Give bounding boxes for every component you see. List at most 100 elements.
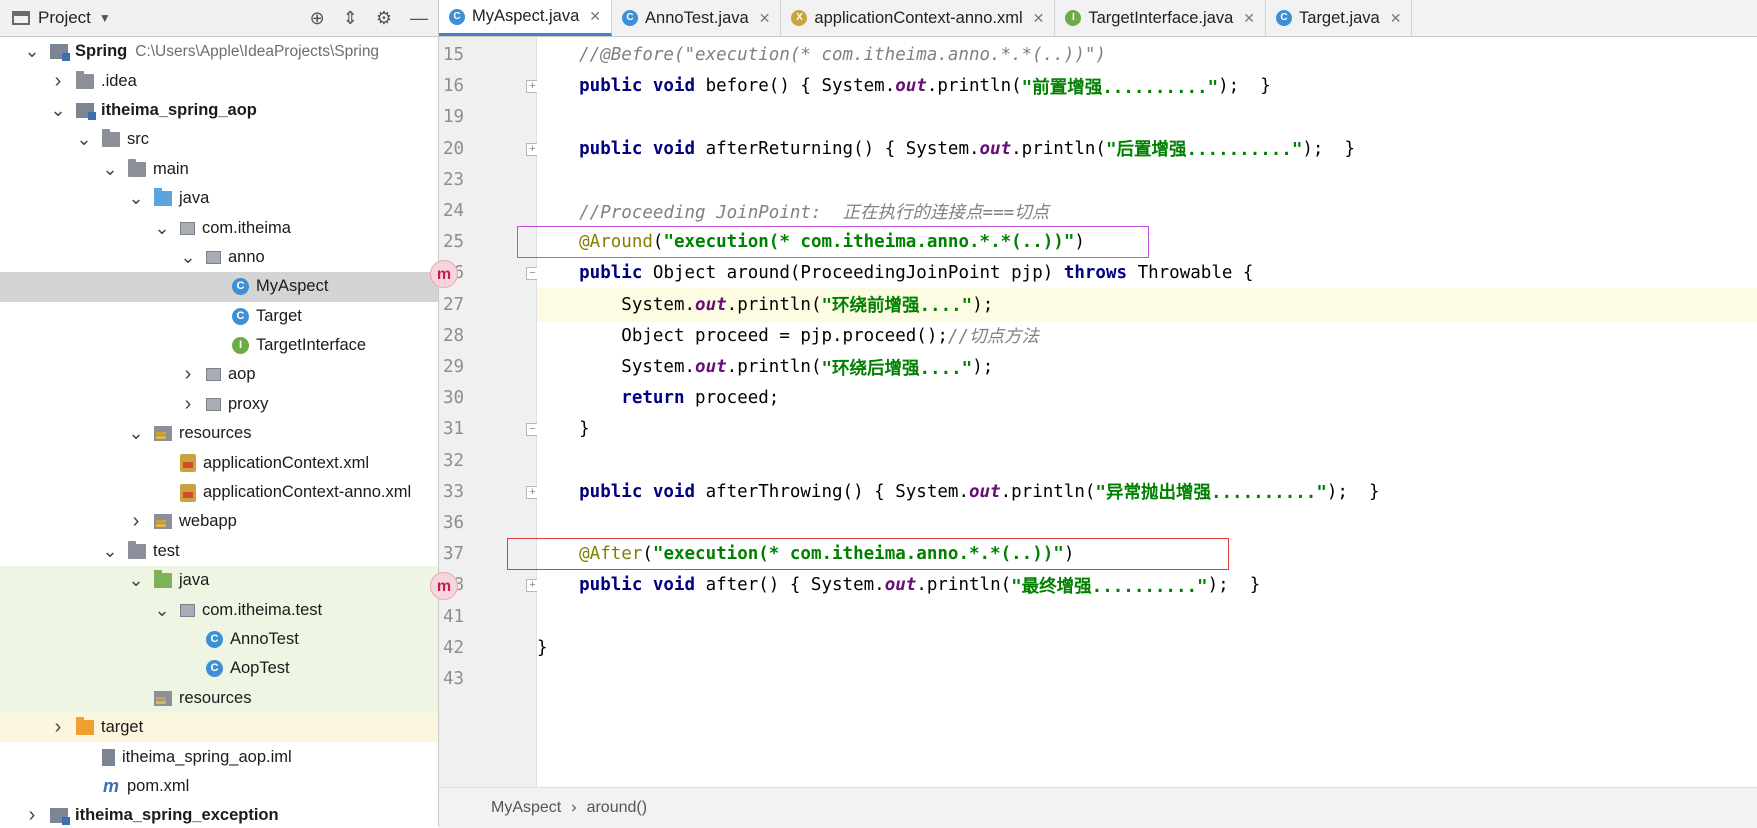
code-line[interactable]: [537, 662, 1757, 696]
chevron-down-icon[interactable]: ⌄: [128, 570, 144, 591]
tab-label: MyAspect.java: [472, 7, 580, 25]
tree-item[interactable]: ⌄ com.itheima.test: [0, 595, 438, 625]
close-icon[interactable]: ✕: [1390, 10, 1402, 27]
interface-icon: I: [1065, 10, 1082, 26]
xml-file-icon: [180, 454, 196, 473]
code-line[interactable]: return proceed;: [537, 381, 1757, 415]
chevron-down-icon[interactable]: ⌄: [76, 129, 92, 150]
breadcrumb-item[interactable]: MyAspect: [491, 799, 561, 817]
tree-item-label: applicationContext-anno.xml: [203, 483, 412, 502]
tree-item[interactable]: ›applicationContext-anno.xml: [0, 478, 438, 507]
code-line[interactable]: }: [537, 631, 1757, 665]
close-icon[interactable]: ✕: [1033, 10, 1045, 27]
chevron-right-icon[interactable]: ›: [24, 804, 40, 827]
breadcrumb-item[interactable]: around(): [587, 799, 647, 817]
code-line[interactable]: @After("execution(* com.itheima.anno.*.*…: [537, 537, 1757, 571]
tree-item[interactable]: ›CTarget: [0, 302, 438, 331]
tree-item[interactable]: ›CAopTest: [0, 654, 438, 684]
tree-item[interactable]: › target: [0, 712, 438, 743]
code-line[interactable]: Object proceed = pjp.proceed();//切点方法: [537, 319, 1757, 353]
code-token: (: [642, 544, 653, 565]
tree-item[interactable]: ⌄ anno: [0, 243, 438, 272]
code-line[interactable]: public Object around(ProceedingJoinPoint…: [537, 256, 1757, 290]
code-line[interactable]: //Proceeding JoinPoint: 正在执行的连接点===切点: [537, 194, 1757, 228]
tree-item[interactable]: ⌄ Spring C:\Users\Apple\IdeaProjects\Sprin…: [0, 37, 438, 66]
tree-item[interactable]: ⌄ test: [0, 537, 438, 566]
gear-icon[interactable]: ⚙: [376, 8, 392, 29]
editor-tab[interactable]: C MyAspect.java ✕: [439, 0, 613, 36]
code-line[interactable]: }: [537, 412, 1757, 446]
code-line[interactable]: [537, 600, 1757, 634]
code-token: before() { System.: [705, 76, 896, 97]
code-line[interactable]: public void afterReturning() { System. ou…: [537, 132, 1757, 166]
code-editor[interactable]: //@Before("execution(* com.itheima.anno.…: [507, 37, 1757, 787]
code-line[interactable]: System. out .println("环绕前增强....");: [537, 287, 1757, 322]
tree-item[interactable]: › webapp: [0, 507, 438, 536]
code-line[interactable]: System. out .println("环绕后增强....");: [537, 350, 1757, 384]
tree-item[interactable]: ⌄ resources: [0, 419, 438, 448]
chevron-down-icon[interactable]: ⌄: [180, 247, 196, 268]
tree-item[interactable]: ⌄ src: [0, 125, 438, 154]
chevron-down-icon[interactable]: ⌄: [102, 541, 118, 562]
code-line[interactable]: //@Before("execution(* com.itheima.anno.…: [537, 38, 1757, 72]
code-line[interactable]: [537, 444, 1757, 478]
minimize-icon[interactable]: —: [410, 8, 428, 29]
tree-item[interactable]: ⌄ com.itheima: [0, 213, 438, 242]
chevron-down-icon[interactable]: ⌄: [24, 41, 40, 62]
code-line[interactable]: public void before() { System. out .printl…: [537, 69, 1757, 103]
tree-item[interactable]: ⌄ main: [0, 155, 438, 184]
chevron-down-icon[interactable]: ⌄: [50, 100, 66, 121]
breadcrumb-separator: ›: [571, 799, 577, 816]
chevron-right-icon[interactable]: ›: [50, 70, 66, 93]
tree-item-label: resources: [179, 424, 252, 443]
editor-tab[interactable]: C AnnoTest.java ✕: [612, 0, 782, 36]
chevron-right-icon[interactable]: ›: [128, 510, 144, 533]
collapse-all-icon[interactable]: ⇕: [343, 8, 358, 29]
code-line[interactable]: [537, 506, 1757, 540]
code-line[interactable]: public void after() { System. out .println…: [537, 568, 1757, 602]
tree-item[interactable]: › proxy: [0, 390, 438, 419]
tree-item[interactable]: ›mpom.xml: [0, 772, 438, 801]
chevron-right-icon[interactable]: ›: [50, 716, 66, 739]
chevron-down-icon[interactable]: ⌄: [128, 423, 144, 444]
line-number: 30: [443, 388, 465, 409]
tree-item[interactable]: ›CMyAspect: [0, 272, 438, 302]
chevron-right-icon[interactable]: ›: [180, 363, 196, 386]
chevron-right-icon[interactable]: ›: [180, 393, 196, 416]
chevron-down-icon[interactable]: ⌄: [102, 159, 118, 180]
tree-item[interactable]: ›itheima_spring_aop.iml: [0, 742, 438, 771]
editor-tab[interactable]: I TargetInterface.java ✕: [1055, 0, 1267, 36]
editor-tab[interactable]: C Target.java ✕: [1266, 0, 1413, 36]
code-line[interactable]: [537, 163, 1757, 197]
tree-item-label: java: [179, 571, 210, 590]
editor-tab[interactable]: XapplicationContext-anno.xml ✕: [781, 0, 1056, 36]
close-icon[interactable]: ✕: [1243, 10, 1255, 27]
tree-item-label: target: [101, 718, 144, 737]
tree-item[interactable]: ⌄ itheima_spring_aop: [0, 96, 438, 125]
code-line[interactable]: public void afterThrowing() { System. out…: [537, 475, 1757, 509]
tree-item-label: webapp: [179, 512, 237, 531]
chevron-down-icon[interactable]: ⌄: [154, 600, 170, 621]
chevron-down-icon[interactable]: ⌄: [154, 218, 170, 239]
tree-item[interactable]: › aop: [0, 360, 438, 389]
chevron-down-icon[interactable]: ▼: [99, 11, 111, 25]
close-icon[interactable]: ✕: [589, 8, 601, 25]
line-number: 27: [443, 294, 465, 315]
tree-item[interactable]: ›ITargetInterface: [0, 331, 438, 360]
code-token: "环绕后增强....": [821, 358, 973, 379]
code-token: public void: [537, 575, 706, 596]
tree-item[interactable]: ⌄ java: [0, 566, 438, 596]
tree-item[interactable]: › .idea: [0, 66, 438, 95]
tree-item[interactable]: › itheima_spring_exception: [0, 801, 438, 827]
locate-icon[interactable]: ⊕: [310, 8, 325, 29]
tree-item[interactable]: ›applicationContext.xml: [0, 448, 438, 477]
tree-item[interactable]: ›CAnnoTest: [0, 624, 438, 655]
chevron-down-icon[interactable]: ⌄: [128, 188, 144, 209]
code-line[interactable]: @Around("execution(* com.itheima.anno.*.…: [537, 225, 1757, 259]
project-view-selector[interactable]: Project: [38, 8, 91, 28]
tree-item[interactable]: ⌄ java: [0, 184, 438, 213]
tree-item[interactable]: ›resources: [0, 683, 438, 713]
close-icon[interactable]: ✕: [759, 10, 771, 27]
tree-item-label: main: [153, 159, 189, 178]
code-line[interactable]: [537, 100, 1757, 134]
